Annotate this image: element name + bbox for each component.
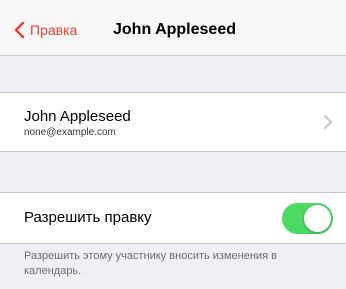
contact-name: John Appleseed [24,108,131,125]
allow-edit-footer: Разрешить этому участнику вносить измене… [24,250,277,277]
back-button-label: Правка [30,22,78,38]
chevron-left-icon [14,21,25,39]
contact-email: none@example.com [24,127,116,138]
navigation-bar: Правка John Appleseed [0,0,346,56]
allow-edit-label: Разрешить правку [24,209,152,226]
allow-edit-cell: Разрешить правку [0,192,346,244]
page-title: John Appleseed [113,21,236,38]
chevron-right-icon [324,115,332,129]
switch-knob [304,205,331,232]
allow-edit-switch[interactable] [282,203,333,234]
contact-cell[interactable]: John Appleseed none@example.com [0,92,346,152]
back-button[interactable]: Правка [14,19,77,41]
